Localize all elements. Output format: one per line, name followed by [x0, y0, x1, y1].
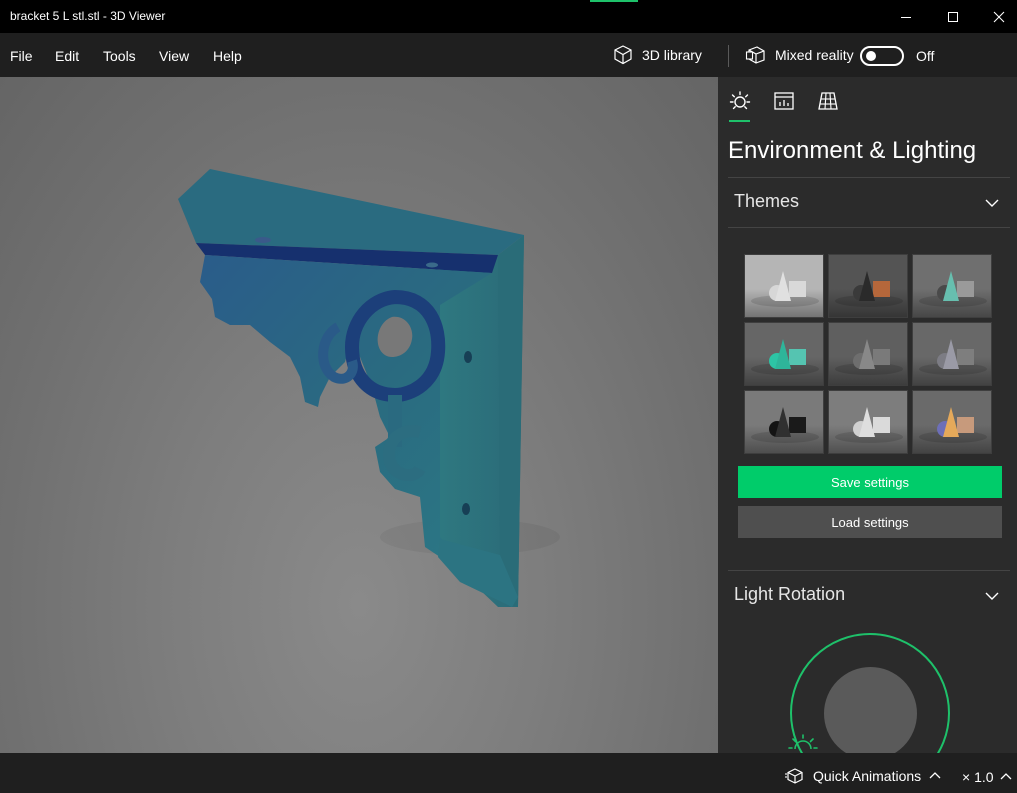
menu-view[interactable]: View	[159, 48, 189, 64]
theme-thumbnail-copper[interactable]	[828, 254, 908, 318]
maximize-button[interactable]	[930, 0, 976, 33]
mixed-reality-toggle[interactable]	[860, 46, 904, 66]
light-rotation-knob[interactable]	[824, 667, 917, 753]
mixed-reality-icon	[745, 46, 765, 64]
tab-environment[interactable]	[728, 89, 752, 113]
maximize-icon	[948, 11, 958, 22]
cube-icon	[614, 45, 632, 65]
divider	[728, 227, 1010, 228]
load-settings-button[interactable]: Load settings	[738, 506, 1002, 538]
bracket-model[interactable]	[0, 77, 718, 753]
title-accent	[590, 0, 638, 2]
environment-panel: Environment & Lighting Themes Save setti…	[718, 77, 1017, 753]
theme-thumbnail-teal[interactable]	[744, 322, 824, 386]
minimize-icon	[901, 16, 911, 18]
chevron-down-icon[interactable]	[984, 195, 1000, 211]
theme-thumbnail-glass[interactable]	[912, 322, 992, 386]
theme-thumbnail-teal-dark[interactable]	[912, 254, 992, 318]
theme-thumbnail-white[interactable]	[744, 254, 824, 318]
light-sun-icon[interactable]	[788, 733, 818, 753]
3d-viewport[interactable]	[0, 77, 718, 753]
animation-speed[interactable]: × 1.0	[962, 769, 1012, 785]
library-label: 3D library	[642, 47, 702, 63]
theme-thumbnail-grey[interactable]	[828, 322, 908, 386]
menu-help[interactable]: Help	[213, 48, 242, 64]
quick-animations-label: Quick Animations	[813, 768, 922, 784]
toolbar-divider	[728, 45, 729, 67]
divider	[728, 177, 1010, 178]
chevron-up-icon	[929, 772, 941, 779]
tab-grid[interactable]	[816, 89, 840, 113]
mixed-reality-label: Mixed reality	[775, 47, 854, 63]
minimize-button[interactable]	[883, 0, 929, 33]
theme-thumbnail-white-2[interactable]	[828, 390, 908, 454]
mixed-reality-button[interactable]: Mixed reality	[745, 43, 854, 67]
library-button[interactable]: 3D library	[612, 43, 702, 67]
sun-icon	[729, 91, 751, 110]
save-settings-button[interactable]: Save settings	[738, 466, 1002, 498]
chevron-down-icon[interactable]	[984, 588, 1000, 604]
menu-edit[interactable]: Edit	[55, 48, 79, 64]
menu-bar: File Edit Tools View Help 3D library Mix…	[0, 33, 1017, 77]
title-bar: bracket 5 L stl.stl - 3D Viewer	[0, 0, 1017, 33]
window-title: bracket 5 L stl.stl - 3D Viewer	[10, 9, 166, 23]
tab-stats[interactable]	[772, 89, 796, 113]
light-rotation-header[interactable]: Light Rotation	[734, 584, 845, 605]
divider	[728, 570, 1010, 571]
quick-animations-button[interactable]: Quick Animations	[785, 767, 941, 785]
chevron-up-icon	[1000, 773, 1011, 780]
grid-icon	[818, 92, 838, 110]
close-button[interactable]	[976, 0, 1017, 33]
menu-file[interactable]: File	[10, 48, 33, 64]
theme-thumbnail-pastel[interactable]	[912, 390, 992, 454]
speed-value: × 1.0	[962, 769, 994, 785]
toggle-state-label: Off	[916, 48, 935, 64]
menu-tools[interactable]: Tools	[103, 48, 136, 64]
theme-thumbnail-black[interactable]	[744, 390, 824, 454]
stats-icon	[774, 92, 794, 110]
status-bar: Quick Animations × 1.0	[0, 753, 1017, 793]
panel-title: Environment & Lighting	[728, 137, 977, 164]
themes-header[interactable]: Themes	[734, 191, 799, 212]
close-icon	[993, 11, 1005, 22]
active-tab-indicator	[729, 120, 750, 122]
animation-icon	[785, 768, 803, 784]
